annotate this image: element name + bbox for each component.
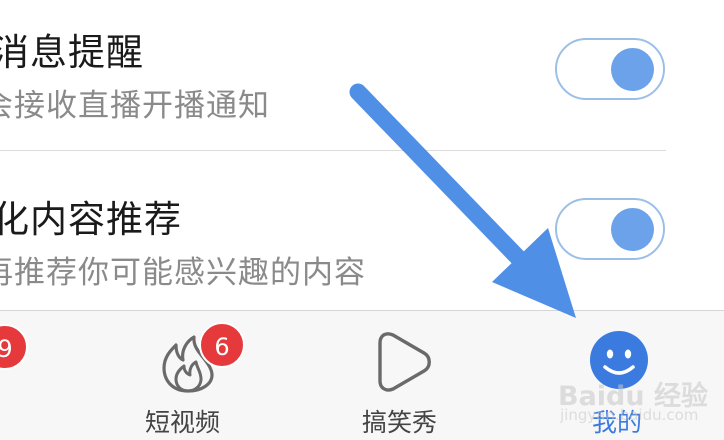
tab-short-video[interactable]: 6 短视频 <box>120 311 260 440</box>
tab-label: 短视频 <box>145 408 221 437</box>
setting-title: 消息提醒 <box>0 31 144 74</box>
bottom-tab-bar: 9 6 短视频 搞笑秀 我的 <box>0 310 724 440</box>
play-triangle-icon <box>378 332 431 392</box>
notification-badge: 6 <box>199 322 245 368</box>
content-recommendation-toggle[interactable] <box>555 198 665 260</box>
tab-label: 搞笑秀 <box>362 408 438 437</box>
setting-subtitle: 再推荐你可能感兴趣的内容 <box>0 255 366 291</box>
tab-home[interactable]: 9 <box>0 311 110 440</box>
notification-badge: 9 <box>0 324 28 370</box>
toggle-knob <box>611 48 654 91</box>
settings-list: 消息提醒 会接收直播开播通知 化内容推荐 再推荐你可能感兴趣的内容 <box>0 0 724 310</box>
message-reminder-toggle[interactable] <box>555 38 665 100</box>
setting-title: 化内容推荐 <box>0 198 182 241</box>
tab-label: 我的 <box>592 408 643 437</box>
toggle-knob <box>611 208 654 251</box>
smiley-face-icon <box>590 331 648 389</box>
tab-mine[interactable]: 我的 <box>570 311 680 440</box>
setting-subtitle: 会接收直播开播通知 <box>0 88 270 124</box>
tab-funny-show[interactable]: 搞笑秀 <box>340 311 480 440</box>
